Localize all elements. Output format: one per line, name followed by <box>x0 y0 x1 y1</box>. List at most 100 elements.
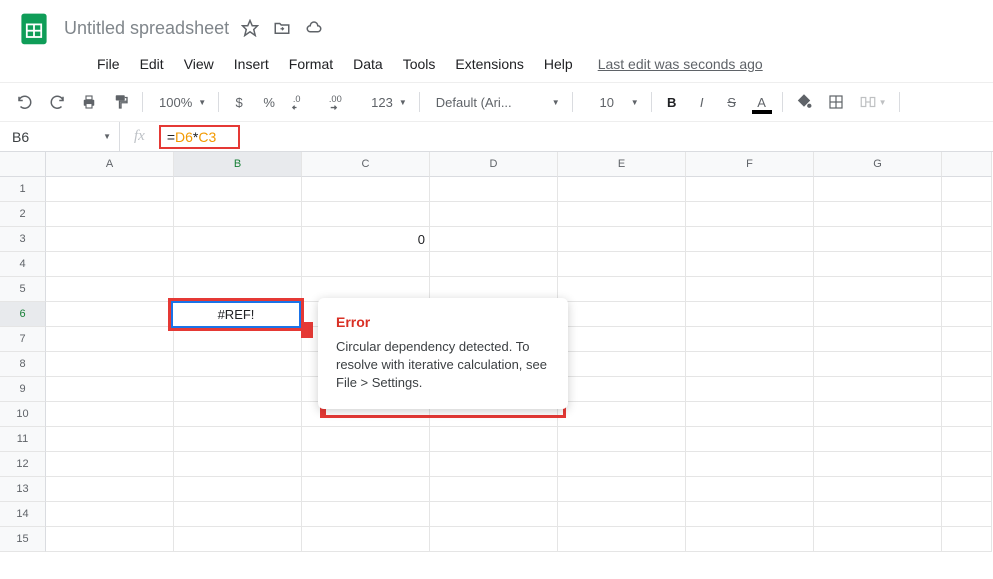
doc-title[interactable]: Untitled spreadsheet <box>64 18 229 39</box>
cell-A3[interactable] <box>46 227 174 252</box>
cell-E9[interactable] <box>558 377 686 402</box>
undo-button[interactable] <box>10 88 40 116</box>
cell-G3[interactable] <box>814 227 942 252</box>
col-header-C[interactable]: C <box>302 152 430 177</box>
cell-E11[interactable] <box>558 427 686 452</box>
cell-E13[interactable] <box>558 477 686 502</box>
cell-extra-9[interactable] <box>942 377 992 402</box>
print-button[interactable] <box>74 88 104 116</box>
col-header-D[interactable]: D <box>430 152 558 177</box>
number-format-combo[interactable]: 123▼ <box>361 88 413 116</box>
row-header-14[interactable]: 14 <box>0 502 46 527</box>
cell-G9[interactable] <box>814 377 942 402</box>
cell-C12[interactable] <box>302 452 430 477</box>
cell-A13[interactable] <box>46 477 174 502</box>
strikethrough-button[interactable]: S <box>718 88 746 116</box>
cell-F5[interactable] <box>686 277 814 302</box>
sheets-logo[interactable] <box>14 8 54 48</box>
row-header-8[interactable]: 8 <box>0 352 46 377</box>
cell-E3[interactable] <box>558 227 686 252</box>
cell-B15[interactable] <box>174 527 302 552</box>
cell-G15[interactable] <box>814 527 942 552</box>
menu-insert[interactable]: Insert <box>225 52 278 76</box>
cell-F2[interactable] <box>686 202 814 227</box>
cell-D15[interactable] <box>430 527 558 552</box>
fill-color-button[interactable] <box>789 88 819 116</box>
cell-B13[interactable] <box>174 477 302 502</box>
cell-extra-3[interactable] <box>942 227 992 252</box>
cell-extra-2[interactable] <box>942 202 992 227</box>
col-header-G[interactable]: G <box>814 152 942 177</box>
cell-G7[interactable] <box>814 327 942 352</box>
row-header-4[interactable]: 4 <box>0 252 46 277</box>
cell-F7[interactable] <box>686 327 814 352</box>
cell-extra-8[interactable] <box>942 352 992 377</box>
decrease-decimal-button[interactable]: .0 <box>285 88 319 116</box>
font-size-combo[interactable]: 10▼ <box>579 88 645 116</box>
select-all-corner[interactable] <box>0 152 46 177</box>
cell-F15[interactable] <box>686 527 814 552</box>
cell-D11[interactable] <box>430 427 558 452</box>
cell-G2[interactable] <box>814 202 942 227</box>
row-header-3[interactable]: 3 <box>0 227 46 252</box>
cell-E1[interactable] <box>558 177 686 202</box>
cell-G12[interactable] <box>814 452 942 477</box>
cell-G5[interactable] <box>814 277 942 302</box>
cell-A8[interactable] <box>46 352 174 377</box>
cell-D14[interactable] <box>430 502 558 527</box>
cell-F3[interactable] <box>686 227 814 252</box>
cell-D12[interactable] <box>430 452 558 477</box>
cell-B4[interactable] <box>174 252 302 277</box>
cell-A15[interactable] <box>46 527 174 552</box>
cell-G10[interactable] <box>814 402 942 427</box>
cell-A2[interactable] <box>46 202 174 227</box>
cell-B9[interactable] <box>174 377 302 402</box>
borders-button[interactable] <box>821 88 851 116</box>
cell-C4[interactable] <box>302 252 430 277</box>
redo-button[interactable] <box>42 88 72 116</box>
font-combo[interactable]: Default (Ari...▼ <box>426 88 566 116</box>
cell-extra-15[interactable] <box>942 527 992 552</box>
cell-B7[interactable] <box>174 327 302 352</box>
cell-A9[interactable] <box>46 377 174 402</box>
cell-D3[interactable] <box>430 227 558 252</box>
star-icon[interactable] <box>241 19 259 37</box>
row-header-15[interactable]: 15 <box>0 527 46 552</box>
cell-D4[interactable] <box>430 252 558 277</box>
cell-F11[interactable] <box>686 427 814 452</box>
menu-extensions[interactable]: Extensions <box>446 52 532 76</box>
cell-B3[interactable] <box>174 227 302 252</box>
row-header-9[interactable]: 9 <box>0 377 46 402</box>
col-header-A[interactable]: A <box>46 152 174 177</box>
cell-extra-10[interactable] <box>942 402 992 427</box>
menu-tools[interactable]: Tools <box>394 52 445 76</box>
cell-B6[interactable] <box>174 302 302 327</box>
cell-F9[interactable] <box>686 377 814 402</box>
cell-B14[interactable] <box>174 502 302 527</box>
row-header-6[interactable]: 6 <box>0 302 46 327</box>
cell-F6[interactable] <box>686 302 814 327</box>
cell-C1[interactable] <box>302 177 430 202</box>
row-header-5[interactable]: 5 <box>0 277 46 302</box>
text-color-button[interactable]: A <box>748 88 776 116</box>
col-header-F[interactable]: F <box>686 152 814 177</box>
cell-B5[interactable] <box>174 277 302 302</box>
cell-A7[interactable] <box>46 327 174 352</box>
cell-A12[interactable] <box>46 452 174 477</box>
cell-G6[interactable] <box>814 302 942 327</box>
menu-help[interactable]: Help <box>535 52 582 76</box>
cell-B12[interactable] <box>174 452 302 477</box>
cell-C3[interactable]: 0 <box>302 227 430 252</box>
menu-data[interactable]: Data <box>344 52 392 76</box>
col-header-B[interactable]: B <box>174 152 302 177</box>
col-header-E[interactable]: E <box>558 152 686 177</box>
cell-G13[interactable] <box>814 477 942 502</box>
cell-E12[interactable] <box>558 452 686 477</box>
row-header-2[interactable]: 2 <box>0 202 46 227</box>
cell-C13[interactable] <box>302 477 430 502</box>
row-header-1[interactable]: 1 <box>0 177 46 202</box>
cell-extra-7[interactable] <box>942 327 992 352</box>
cell-A11[interactable] <box>46 427 174 452</box>
cell-F14[interactable] <box>686 502 814 527</box>
row-header-7[interactable]: 7 <box>0 327 46 352</box>
